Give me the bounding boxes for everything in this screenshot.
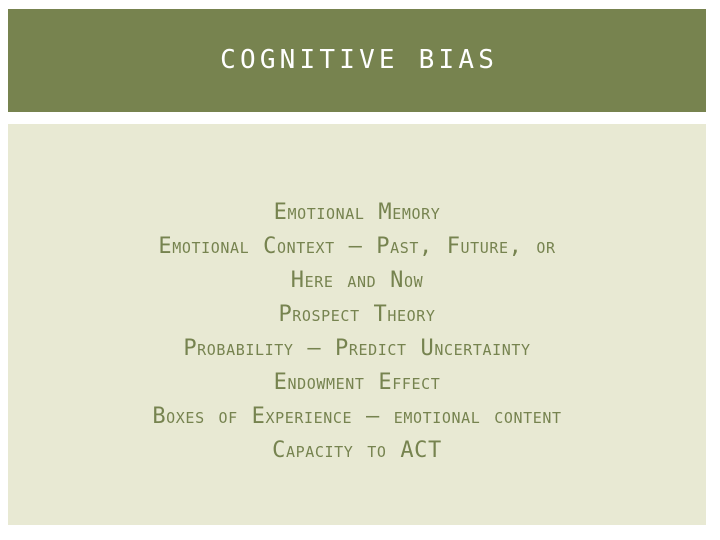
list-item: Emotional Memory: [273, 200, 441, 225]
title-banner: Cognitive Bias: [8, 9, 706, 112]
slide: Cognitive Bias Emotional Memory Emotiona…: [0, 0, 720, 540]
list-item: Boxes of Experience – emotional content: [152, 404, 562, 429]
list-item: Capacity to ACT: [272, 438, 442, 463]
list-item: Emotional Context – Past, Future, or: [158, 234, 556, 259]
page-title: Cognitive Bias: [220, 45, 499, 76]
bias-list: Emotional Memory Emotional Context – Pas…: [8, 124, 706, 468]
slide-body-panel: Emotional Memory Emotional Context – Pas…: [8, 124, 706, 525]
list-item: Prospect Theory: [278, 302, 436, 327]
list-item: Here and Now: [290, 268, 424, 293]
list-item: Probability – Predict Uncertainty: [183, 336, 531, 361]
list-item: Endowment Effect: [273, 370, 441, 395]
